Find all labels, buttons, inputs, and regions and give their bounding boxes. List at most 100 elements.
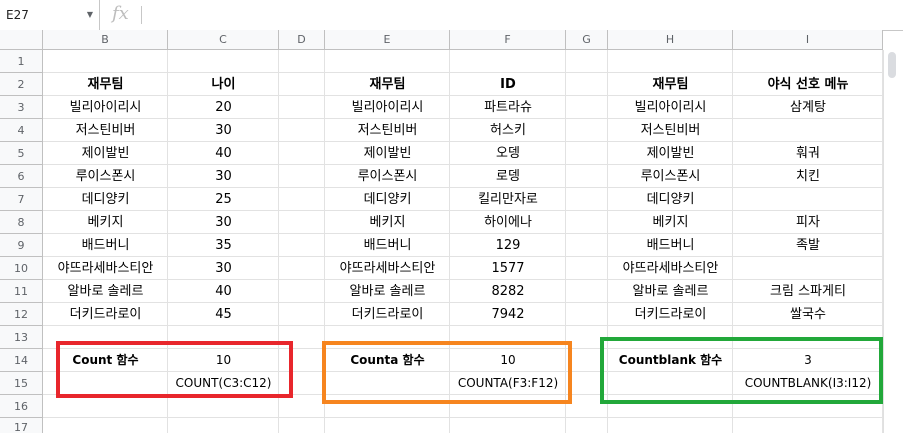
name-cell[interactable]: 야뜨라세바스티안 <box>608 257 733 280</box>
row-header-15[interactable]: 15 <box>0 372 43 395</box>
menu-cell[interactable]: 삼계탕 <box>733 96 883 119</box>
menu-cell[interactable] <box>733 257 883 280</box>
spreadsheet-grid[interactable]: B C D E F G H I 1 2 3 4 5 6 7 8 9 10 11 12 13 14 15 16 17 재무팀 나이 재무… <box>0 30 903 433</box>
id-cell[interactable]: 허스키 <box>450 119 566 142</box>
name-cell[interactable]: 데디양키 <box>325 188 450 211</box>
header-cell-b[interactable]: 재무팀 <box>43 73 168 96</box>
menu-cell[interactable] <box>733 119 883 142</box>
name-cell[interactable]: 제이발빈 <box>43 142 168 165</box>
row-header-6[interactable]: 6 <box>0 165 43 188</box>
id-cell[interactable]: 하이에나 <box>450 211 566 234</box>
scrollbar-thumb[interactable] <box>888 52 896 78</box>
name-cell[interactable]: 빌리아이리시 <box>43 96 168 119</box>
row-header-12[interactable]: 12 <box>0 303 43 326</box>
fx-icon: fx <box>112 3 129 24</box>
column-header-b[interactable]: B <box>43 30 168 50</box>
menu-cell[interactable]: 크림 스파게티 <box>733 280 883 303</box>
id-cell[interactable]: 킬리만자로 <box>450 188 566 211</box>
header-cell-c[interactable]: 나이 <box>168 73 279 96</box>
row-header-14[interactable]: 14 <box>0 349 43 372</box>
name-box[interactable]: E27 ▼ <box>0 0 100 30</box>
name-cell[interactable]: 알바로 솔레르 <box>43 280 168 303</box>
menu-cell[interactable]: 족발 <box>733 234 883 257</box>
id-cell[interactable]: 로뎅 <box>450 165 566 188</box>
row-header-16[interactable]: 16 <box>0 395 43 418</box>
row-header-1[interactable]: 1 <box>0 50 43 73</box>
row-header-11[interactable]: 11 <box>0 280 43 303</box>
name-cell[interactable]: 더키드라로이 <box>325 303 450 326</box>
age-cell[interactable]: 20 <box>168 96 279 119</box>
age-cell[interactable]: 45 <box>168 303 279 326</box>
name-cell[interactable]: 더키드라로이 <box>608 303 733 326</box>
row-header-13[interactable]: 13 <box>0 326 43 349</box>
id-cell[interactable]: 129 <box>450 234 566 257</box>
name-cell[interactable]: 배드버니 <box>608 234 733 257</box>
age-cell[interactable]: 35 <box>168 234 279 257</box>
menu-cell[interactable]: 쌀국수 <box>733 303 883 326</box>
column-header-g[interactable]: G <box>566 30 608 50</box>
count-highlight-frame <box>56 341 293 398</box>
name-cell[interactable]: 더키드라로이 <box>43 303 168 326</box>
column-header-f[interactable]: F <box>450 30 566 50</box>
id-cell[interactable]: 8282 <box>450 280 566 303</box>
column-header-i[interactable]: I <box>733 30 883 50</box>
column-header-c[interactable]: C <box>168 30 279 50</box>
row-header-2[interactable]: 2 <box>0 73 43 96</box>
name-cell[interactable]: 베키지 <box>608 211 733 234</box>
id-cell[interactable]: 오뎅 <box>450 142 566 165</box>
row-header-17[interactable]: 17 <box>0 418 43 433</box>
menu-cell[interactable]: 피자 <box>733 211 883 234</box>
row-header-9[interactable]: 9 <box>0 234 43 257</box>
menu-cell[interactable]: 치킨 <box>733 165 883 188</box>
row-header-7[interactable]: 7 <box>0 188 43 211</box>
name-cell[interactable]: 빌리아이리시 <box>608 96 733 119</box>
name-cell[interactable]: 알바로 솔레르 <box>608 280 733 303</box>
name-cell[interactable]: 배드버니 <box>325 234 450 257</box>
vertical-scrollbar[interactable] <box>883 50 903 433</box>
age-cell[interactable]: 40 <box>168 142 279 165</box>
name-cell[interactable]: 배드버니 <box>43 234 168 257</box>
name-cell[interactable]: 루이스폰시 <box>43 165 168 188</box>
row-header-5[interactable]: 5 <box>0 142 43 165</box>
name-cell[interactable]: 데디양키 <box>608 188 733 211</box>
name-cell[interactable]: 데디양키 <box>43 188 168 211</box>
header-cell-e[interactable]: 재무팀 <box>325 73 450 96</box>
age-cell[interactable]: 40 <box>168 280 279 303</box>
name-cell[interactable]: 야뜨라세바스티안 <box>325 257 450 280</box>
name-cell[interactable]: 제이발빈 <box>325 142 450 165</box>
name-cell[interactable]: 빌리아이리시 <box>325 96 450 119</box>
id-cell[interactable]: 파트라슈 <box>450 96 566 119</box>
row-header-3[interactable]: 3 <box>0 96 43 119</box>
name-cell[interactable]: 저스틴비버 <box>43 119 168 142</box>
id-cell[interactable]: 7942 <box>450 303 566 326</box>
header-cell-h[interactable]: 재무팀 <box>608 73 733 96</box>
row-header-10[interactable]: 10 <box>0 257 43 280</box>
name-cell[interactable]: 베키지 <box>325 211 450 234</box>
id-cell[interactable]: 1577 <box>450 257 566 280</box>
age-cell[interactable]: 30 <box>168 119 279 142</box>
menu-cell[interactable] <box>733 188 883 211</box>
column-header-h[interactable]: H <box>608 30 733 50</box>
header-cell-f[interactable]: ID <box>450 73 566 96</box>
column-header-e[interactable]: E <box>325 30 450 50</box>
name-cell[interactable]: 알바로 솔레르 <box>325 280 450 303</box>
select-all-corner[interactable] <box>0 30 43 50</box>
age-cell[interactable]: 30 <box>168 257 279 280</box>
column-header-d[interactable]: D <box>279 30 325 50</box>
name-cell[interactable]: 루이스폰시 <box>608 165 733 188</box>
age-cell[interactable]: 30 <box>168 165 279 188</box>
name-cell[interactable]: 야뜨라세바스티안 <box>43 257 168 280</box>
name-cell[interactable]: 제이발빈 <box>608 142 733 165</box>
row-header-4[interactable]: 4 <box>0 119 43 142</box>
name-cell[interactable]: 저스틴비버 <box>608 119 733 142</box>
gridline-horizontal <box>43 417 883 418</box>
menu-cell[interactable]: 훠궈 <box>733 142 883 165</box>
header-cell-i[interactable]: 야식 선호 메뉴 <box>733 73 883 96</box>
name-cell[interactable]: 베키지 <box>43 211 168 234</box>
name-cell[interactable]: 저스틴비버 <box>325 119 450 142</box>
age-cell[interactable]: 30 <box>168 211 279 234</box>
chevron-down-icon[interactable]: ▼ <box>87 0 93 30</box>
age-cell[interactable]: 25 <box>168 188 279 211</box>
row-header-8[interactable]: 8 <box>0 211 43 234</box>
name-cell[interactable]: 루이스폰시 <box>325 165 450 188</box>
